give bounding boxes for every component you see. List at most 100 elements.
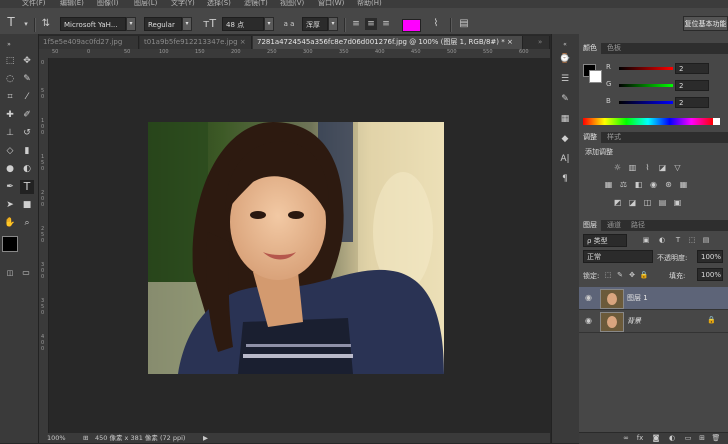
text-color-swatch[interactable] — [402, 19, 421, 32]
screen-mode-icon[interactable]: ▭ — [19, 266, 33, 280]
channel-r-value[interactable]: 2 — [675, 63, 709, 74]
tab-overflow-icon[interactable]: » — [536, 36, 550, 49]
invert-icon[interactable]: ◩ — [612, 198, 623, 208]
font-family-field[interactable]: Microsoft YaH... — [60, 17, 126, 31]
menu-layer[interactable]: 图层(L) — [134, 0, 157, 8]
channel-b-value[interactable]: 2 — [675, 97, 709, 108]
character-panel-icon[interactable]: A| — [558, 152, 572, 166]
font-size-field[interactable]: 48 点 — [222, 17, 264, 31]
visibility-eye-icon[interactable]: ◉ — [585, 316, 592, 325]
tab-document-active[interactable]: 7281a4724545a356fc8e7d06d001276f.jpg @ 1… — [253, 36, 523, 49]
menu-file[interactable]: 文件(F) — [22, 0, 46, 8]
anti-alias-dropdown[interactable]: ▾ — [328, 17, 338, 31]
layer-name[interactable]: 图层 1 — [627, 293, 648, 303]
eyedropper-tool-icon[interactable]: ⁄ — [20, 90, 34, 104]
layer-style-icon[interactable]: fx — [635, 433, 645, 443]
menu-select[interactable]: 选择(S) — [207, 0, 231, 8]
paragraph-panel-icon[interactable]: ¶ — [558, 172, 572, 186]
lock-pixels-icon[interactable]: ✎ — [615, 270, 625, 280]
channel-g-slider[interactable] — [619, 84, 673, 87]
history-panel-icon[interactable]: ⌚ — [558, 52, 572, 66]
crop-tool-icon[interactable]: ⌗ — [3, 90, 17, 104]
blur-tool-icon[interactable]: ● — [3, 162, 17, 176]
healing-brush-icon[interactable]: ✚ — [3, 108, 17, 122]
color-background-swatch[interactable] — [589, 70, 602, 83]
gradient-map-icon[interactable]: ▤ — [657, 198, 668, 208]
channel-b-slider[interactable] — [619, 101, 673, 104]
filter-type-icon[interactable]: T — [673, 235, 683, 245]
align-left-icon[interactable]: ≡ — [350, 18, 362, 30]
menu-edit[interactable]: 编辑(E) — [60, 0, 84, 8]
tab-close-icon[interactable]: × — [240, 38, 246, 46]
menu-filter[interactable]: 滤镜(T) — [244, 0, 268, 8]
text-orientation-icon[interactable]: ⇅ — [40, 18, 52, 30]
eraser-tool-icon[interactable]: ◇ — [3, 144, 17, 158]
align-right-icon[interactable]: ≡ — [380, 18, 392, 30]
dodge-tool-icon[interactable]: ◐ — [20, 162, 34, 176]
tool-preset-chevron-icon[interactable]: ▾ — [20, 18, 32, 30]
tab-styles[interactable]: 样式 — [603, 132, 625, 143]
tab-paths[interactable]: 路径 — [627, 220, 649, 231]
threshold-icon[interactable]: ◫ — [642, 198, 653, 208]
delete-layer-icon[interactable]: 🗑 — [711, 433, 721, 443]
zoom-level[interactable]: 100% — [47, 433, 66, 443]
tab-document-1[interactable]: 1f5e5e409ac0fd27.jpg — [39, 36, 139, 49]
filter-smart-icon[interactable]: ▤ — [701, 235, 711, 245]
tab-color[interactable]: 颜色 — [579, 43, 601, 54]
lock-position-icon[interactable]: ✥ — [627, 270, 637, 280]
properties-panel-icon[interactable]: ☰ — [558, 72, 572, 86]
lasso-tool-icon[interactable]: ◌ — [3, 72, 17, 86]
posterize-icon[interactable]: ◪ — [627, 198, 638, 208]
tab-adjustments[interactable]: 调整 — [579, 132, 601, 143]
channel-r-slider[interactable] — [619, 67, 673, 70]
blend-mode-select[interactable]: 正常 — [583, 250, 653, 263]
fill-field[interactable]: 100% — [697, 268, 723, 281]
clone-stamp-icon[interactable]: ⊥ — [3, 126, 17, 140]
new-adjustment-icon[interactable]: ◐ — [667, 433, 677, 443]
menu-view[interactable]: 视图(V) — [280, 0, 304, 8]
spectrum-ramp[interactable] — [583, 118, 713, 125]
new-group-icon[interactable]: ▭ — [683, 433, 693, 443]
foreground-color-swatch[interactable] — [2, 236, 18, 252]
brush-tool-icon[interactable]: ✐ — [20, 108, 34, 122]
pen-tool-icon[interactable]: ✒ — [3, 180, 17, 194]
tab-document-2[interactable]: t01a9b5fe912213347e.jpg × — [140, 36, 252, 49]
link-layers-icon[interactable]: ∞ — [621, 433, 631, 443]
rectangle-tool-icon[interactable]: ■ — [20, 198, 34, 212]
lock-transparent-icon[interactable]: ⬚ — [603, 270, 613, 280]
menu-help[interactable]: 帮助(H) — [357, 0, 382, 8]
selective-color-icon[interactable]: ▣ — [672, 198, 683, 208]
type-tool-icon[interactable]: T — [5, 16, 17, 28]
filter-adjust-icon[interactable]: ◐ — [657, 235, 667, 245]
move-tool-icon[interactable]: ✥ — [20, 54, 34, 68]
adjustments-panel-icon[interactable]: ◆ — [558, 132, 572, 146]
levels-icon[interactable]: ▥ — [627, 163, 638, 173]
collapse-icon[interactable]: » — [2, 38, 16, 52]
warp-text-icon[interactable]: ⌇ — [430, 18, 442, 30]
new-layer-icon[interactable]: ⊞ — [697, 433, 707, 443]
tab-close-icon[interactable]: × — [507, 38, 513, 46]
font-size-dropdown[interactable]: ▾ — [264, 17, 274, 31]
dock-collapse-icon[interactable]: « — [558, 38, 572, 52]
layer-row[interactable]: ◉ 背景 🔒 — [579, 310, 728, 333]
brush-panel-icon[interactable]: ✎ — [558, 92, 572, 106]
menu-image[interactable]: 图像(I) — [97, 0, 119, 8]
gradient-tool-icon[interactable]: ▮ — [20, 144, 34, 158]
font-style-dropdown[interactable]: ▾ — [182, 17, 192, 31]
channel-mixer-icon[interactable]: ⊛ — [663, 180, 674, 190]
visibility-eye-icon[interactable]: ◉ — [585, 293, 592, 302]
path-select-icon[interactable]: ➤ — [3, 198, 17, 212]
curves-icon[interactable]: ⌇ — [642, 163, 653, 173]
quick-select-tool-icon[interactable]: ✎ — [20, 72, 34, 86]
brightness-icon[interactable]: ☼ — [612, 163, 623, 173]
filter-shape-icon[interactable]: ⬚ — [687, 235, 697, 245]
status-menu-arrow-icon[interactable]: ▶ — [203, 433, 208, 443]
clone-source-icon[interactable]: ▦ — [558, 112, 572, 126]
hand-tool-icon[interactable]: ✋ — [3, 216, 17, 230]
menu-type[interactable]: 文字(Y) — [171, 0, 195, 8]
tab-layers[interactable]: 图层 — [579, 220, 601, 231]
type-tool-icon[interactable]: T — [20, 180, 34, 194]
black-white-icon[interactable]: ◧ — [633, 180, 644, 190]
menu-window[interactable]: 窗口(W) — [318, 0, 344, 8]
tab-swatches[interactable]: 色板 — [603, 43, 625, 54]
